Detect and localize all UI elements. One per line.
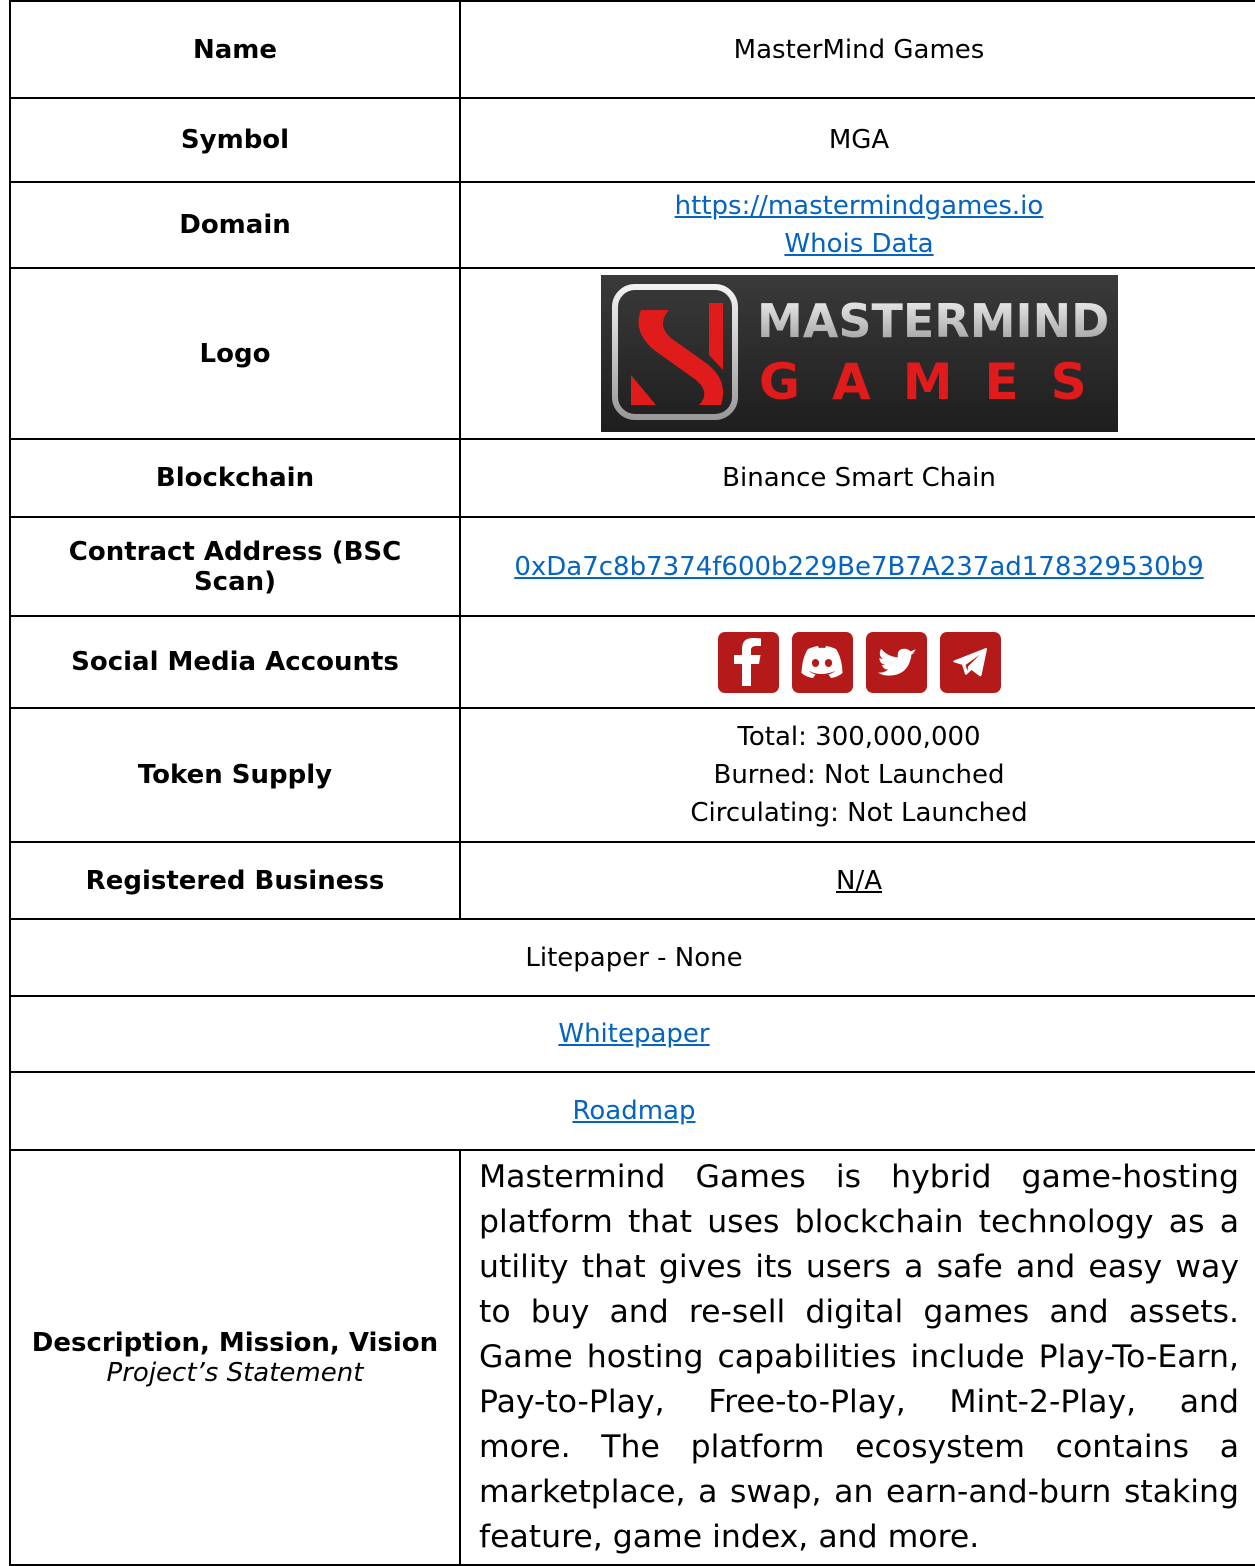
domain-label: Domain bbox=[9, 181, 461, 269]
row-business: Registered Business N/A bbox=[9, 841, 1255, 920]
row-whitepaper: Whitepaper bbox=[9, 995, 1255, 1073]
description-label: Description, Mission, Vision bbox=[31, 1327, 439, 1358]
name-value: MasterMind Games bbox=[459, 0, 1255, 99]
symbol-label: Symbol bbox=[9, 97, 461, 183]
description-value-cell: Mastermind Games is hybrid game-hosting … bbox=[459, 1149, 1255, 1566]
name-label: Name bbox=[9, 0, 461, 99]
supply-total: Total: 300,000,000 bbox=[737, 722, 981, 752]
row-supply: Token Supply Total: 300,000,000 Burned: … bbox=[9, 707, 1255, 843]
domain-value: https://mastermindgames.io Whois Data bbox=[459, 181, 1255, 269]
supply-label: Token Supply bbox=[9, 707, 461, 843]
whois-link[interactable]: Whois Data bbox=[475, 225, 1243, 263]
supply-value: Total: 300,000,000 Burned: Not Launched … bbox=[459, 707, 1255, 843]
social-label: Social Media Accounts bbox=[9, 615, 461, 709]
twitter-icon[interactable] bbox=[865, 631, 927, 693]
social-value bbox=[459, 615, 1255, 709]
row-description: Description, Mission, Vision Project’s S… bbox=[9, 1149, 1255, 1566]
symbol-value: MGA bbox=[459, 97, 1255, 183]
domain-link[interactable]: https://mastermindgames.io bbox=[475, 187, 1243, 225]
telegram-icon[interactable] bbox=[939, 631, 1001, 693]
row-contract: Contract Address (BSC Scan) 0xDa7c8b7374… bbox=[9, 516, 1255, 617]
business-label: Registered Business bbox=[9, 841, 461, 920]
logo-label: Logo bbox=[9, 267, 461, 440]
logo-cell: MASTERMIND GAMES bbox=[459, 267, 1255, 440]
contract-label: Contract Address (BSC Scan) bbox=[9, 516, 461, 617]
blockchain-label: Blockchain bbox=[9, 438, 461, 518]
litepaper-value: Litepaper - None bbox=[9, 918, 1255, 997]
whitepaper-link[interactable]: Whitepaper bbox=[558, 1019, 709, 1049]
row-social: Social Media Accounts bbox=[9, 615, 1255, 709]
supply-burned: Burned: Not Launched bbox=[713, 760, 1005, 790]
row-blockchain: Blockchain Binance Smart Chain bbox=[9, 438, 1255, 518]
social-icons bbox=[717, 631, 1001, 693]
project-info-table: Name MasterMind Games Symbol MGA Domain … bbox=[9, 0, 1255, 1566]
roadmap-link[interactable]: Roadmap bbox=[572, 1096, 695, 1126]
row-roadmap: Roadmap bbox=[9, 1071, 1255, 1151]
contract-address-link[interactable]: 0xDa7c8b7374f600b229Be7B7A237ad178329530… bbox=[514, 552, 1203, 582]
logo-text-line2: GAMES bbox=[759, 353, 1118, 411]
row-litepaper: Litepaper - None bbox=[9, 918, 1255, 997]
description-label-cell: Description, Mission, Vision Project’s S… bbox=[9, 1149, 461, 1566]
whitepaper-cell: Whitepaper bbox=[9, 995, 1255, 1073]
row-symbol: Symbol MGA bbox=[9, 97, 1255, 183]
description-sublabel: Project’s Statement bbox=[106, 1357, 364, 1388]
supply-circulating: Circulating: Not Launched bbox=[690, 798, 1028, 828]
description-text: Mastermind Games is hybrid game-hosting … bbox=[479, 1159, 1239, 1555]
row-name: Name MasterMind Games bbox=[9, 0, 1255, 99]
facebook-icon[interactable] bbox=[717, 631, 779, 693]
roadmap-cell: Roadmap bbox=[9, 1071, 1255, 1151]
row-domain: Domain https://mastermindgames.io Whois … bbox=[9, 181, 1255, 269]
logo-text-line1: MASTERMIND bbox=[757, 294, 1109, 348]
mastermind-games-logo: MASTERMIND GAMES bbox=[600, 275, 1118, 432]
row-logo: Logo MASTERMIND GAMES bbox=[9, 267, 1255, 440]
blockchain-value: Binance Smart Chain bbox=[459, 438, 1255, 518]
business-na: N/A bbox=[836, 865, 882, 896]
business-value: N/A bbox=[459, 841, 1255, 920]
contract-value: 0xDa7c8b7374f600b229Be7B7A237ad178329530… bbox=[459, 516, 1255, 617]
discord-icon[interactable] bbox=[791, 631, 853, 693]
